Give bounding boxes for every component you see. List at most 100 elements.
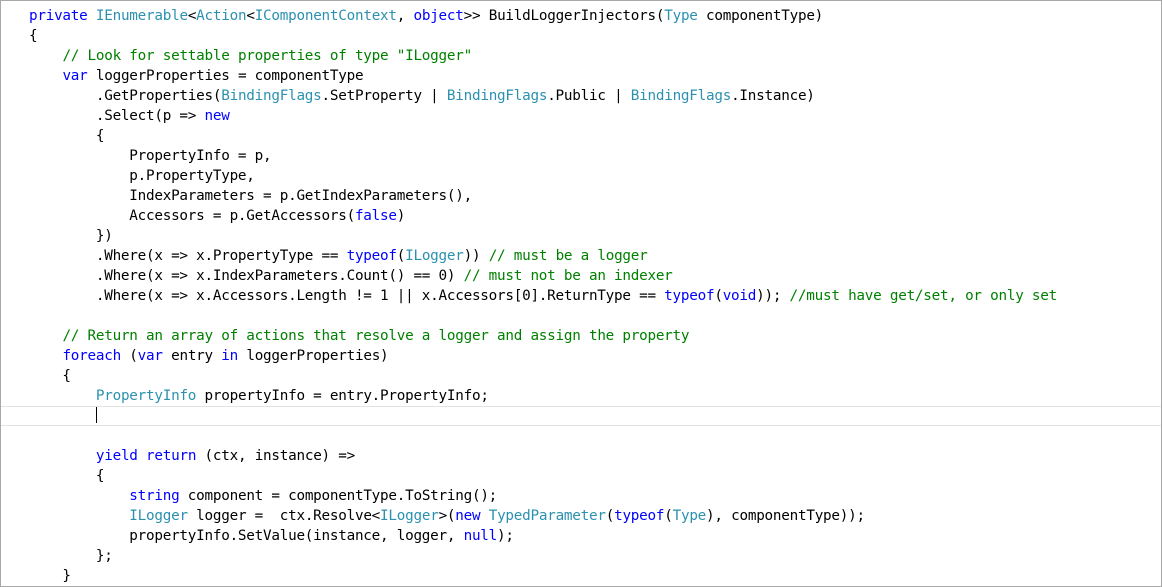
code-line[interactable]: [29, 306, 1161, 326]
code-line[interactable]: var loggerProperties = componentType: [29, 66, 1161, 86]
code-token: foreach: [62, 348, 121, 364]
code-line[interactable]: yield return (ctx, instance) =>: [29, 446, 1161, 466]
code-token: BindingFlags: [221, 88, 322, 104]
code-line[interactable]: .Where(x => x.IndexParameters.Count() ==…: [29, 266, 1161, 286]
code-token: .Where(x => x.IndexParameters.Count() ==…: [29, 268, 464, 284]
code-token: .Public |: [547, 88, 631, 104]
code-line[interactable]: private IEnumerable<Action<IComponentCon…: [29, 6, 1161, 26]
code-token: propertyInfo = entry.PropertyInfo;: [196, 388, 489, 404]
code-token: {: [29, 28, 38, 44]
code-token: BindingFlags: [630, 88, 732, 104]
code-line[interactable]: Accessors = p.GetAccessors(false): [29, 206, 1161, 226]
code-line[interactable]: }: [29, 566, 1161, 586]
code-token: Accessors = p.GetAccessors(: [29, 208, 355, 224]
code-token: (: [396, 248, 406, 264]
code-token: ILogger: [129, 508, 188, 524]
code-line[interactable]: foreach (var entry in loggerProperties): [29, 346, 1161, 366]
code-line[interactable]: [29, 426, 1161, 446]
code-token: IEnumerable: [95, 8, 188, 24]
code-token: {: [29, 128, 105, 144]
code-editor[interactable]: private IEnumerable<Action<IComponentCon…: [0, 0, 1162, 587]
code-line[interactable]: p.PropertyType,: [29, 166, 1161, 186]
code-token: PropertyInfo = p,: [29, 148, 272, 164]
code-token: ILogger: [380, 508, 439, 524]
code-line[interactable]: // Look for settable properties of type …: [29, 46, 1161, 66]
code-token: .Where(x => x.PropertyType ==: [29, 248, 347, 264]
code-token: loggerProperties = componentType: [87, 68, 364, 84]
code-token: var: [62, 68, 88, 84]
code-token: {: [29, 368, 71, 384]
code-line[interactable]: {: [29, 366, 1161, 386]
code-token: .Instance): [731, 88, 815, 104]
code-token: typeof: [346, 248, 397, 264]
code-line[interactable]: };: [29, 546, 1161, 566]
code-token: propertyInfo.SetValue(instance, logger,: [29, 528, 464, 544]
code-token: string: [129, 488, 180, 504]
code-token: ILogger: [405, 248, 464, 264]
code-token: }: [29, 568, 71, 584]
code-token: return: [146, 448, 197, 464]
code-token: }): [29, 228, 113, 244]
code-token: IndexParameters = p.GetIndexParameters()…: [29, 188, 472, 204]
code-token: //must have get/set, or only set: [781, 288, 1058, 304]
code-token: >> BuildLoggerInjectors(: [463, 8, 665, 24]
code-line[interactable]: {: [29, 466, 1161, 486]
code-line[interactable]: PropertyInfo = p,: [29, 146, 1161, 166]
text-caret: [95, 406, 97, 423]
code-line[interactable]: .GetProperties(BindingFlags.SetProperty …: [29, 86, 1161, 106]
code-line[interactable]: IndexParameters = p.GetIndexParameters()…: [29, 186, 1161, 206]
code-line[interactable]: propertyInfo.SetValue(instance, logger, …: [29, 526, 1161, 546]
code-token: .Where(x => x.Accessors.Length != 1 || x…: [29, 288, 665, 304]
code-token: };: [29, 548, 113, 564]
code-token: var: [137, 348, 163, 364]
code-token: >(: [438, 508, 456, 524]
code-token: false: [354, 208, 397, 224]
code-line[interactable]: {: [29, 26, 1161, 46]
code-token: ): [396, 208, 406, 224]
code-token: Type: [664, 8, 698, 24]
code-line[interactable]: // Return an array of actions that resol…: [29, 326, 1161, 346]
code-token: {: [29, 468, 105, 484]
code-line[interactable]: .Where(x => x.Accessors.Length != 1 || x…: [29, 286, 1161, 306]
code-token: ), componentType));: [706, 508, 865, 524]
code-token: BindingFlags: [446, 88, 548, 104]
code-line[interactable]: .Where(x => x.PropertyType == typeof(ILo…: [29, 246, 1161, 266]
code-token: object: [413, 8, 464, 24]
code-token: ));: [756, 288, 782, 304]
code-token: loggerProperties): [237, 348, 389, 364]
code-token: )): [463, 248, 489, 264]
code-token: yield: [95, 448, 138, 464]
code-line[interactable]: .Select(p => new: [29, 106, 1161, 126]
code-token: IComponentContext: [254, 8, 397, 24]
code-token: // Look for settable properties of type …: [62, 48, 472, 64]
code-token: (: [714, 288, 723, 304]
code-token: entry: [162, 348, 222, 364]
code-line[interactable]: [1, 406, 1161, 426]
code-token: .Select(p =>: [29, 108, 205, 124]
code-token: private: [29, 8, 96, 24]
code-line[interactable]: PropertyInfo propertyInfo = entry.Proper…: [29, 386, 1161, 406]
code-token: typeof: [614, 508, 665, 524]
code-token: new: [204, 108, 230, 124]
code-area[interactable]: private IEnumerable<Action<IComponentCon…: [1, 6, 1161, 586]
code-line[interactable]: {: [29, 126, 1161, 146]
code-token: in: [221, 348, 238, 364]
code-line[interactable]: string component = componentType.ToStrin…: [29, 486, 1161, 506]
code-token: (: [120, 348, 138, 364]
code-token: .SetProperty |: [321, 88, 447, 104]
code-token: (: [605, 508, 615, 524]
code-token: <: [246, 8, 255, 24]
code-line[interactable]: ILogger logger = ctx.Resolve<ILogger>(ne…: [29, 506, 1161, 526]
code-token: TypedParameter: [488, 508, 606, 524]
code-line[interactable]: }): [29, 226, 1161, 246]
